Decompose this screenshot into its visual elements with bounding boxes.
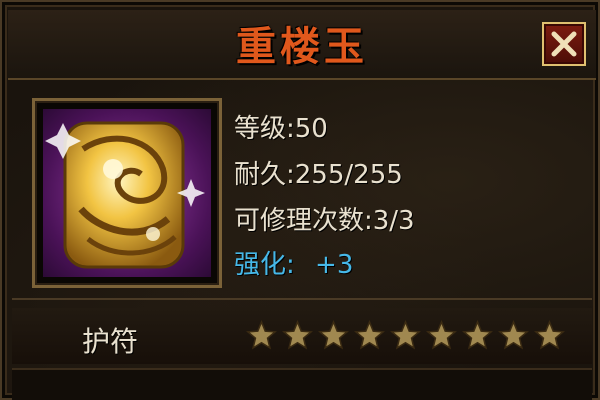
star-icon [246,320,277,350]
star-icon [498,320,529,350]
repair-count-stat: 可修理次数:3/3 [234,206,415,236]
item-tooltip-panel: 重楼玉 等级:50 耐久:255/255 可修理次数:3/3 强化: +3 护符 [0,0,600,400]
enhance-label: 强化: [234,250,295,280]
item-name-title: 重楼玉 [236,24,368,70]
jade-pendant-icon [43,109,211,277]
star-icon [426,320,457,350]
level-stat: 等级:50 [234,114,328,144]
star-rating [246,320,565,354]
star-icon [462,320,493,350]
section-divider [12,298,592,300]
item-type-label: 护符 [82,325,139,358]
close-icon [551,31,577,57]
enhance-stat: 强化: +3 [234,244,353,281]
durability-stat: 耐久:255/255 [234,160,403,190]
star-icon [318,320,349,350]
description-box [12,368,592,400]
star-icon [534,320,565,350]
star-icon [282,320,313,350]
enhance-value: +3 [315,250,354,280]
star-icon [354,320,385,350]
item-icon-frame [32,98,222,288]
star-icon [390,320,421,350]
close-button[interactable] [542,22,586,66]
